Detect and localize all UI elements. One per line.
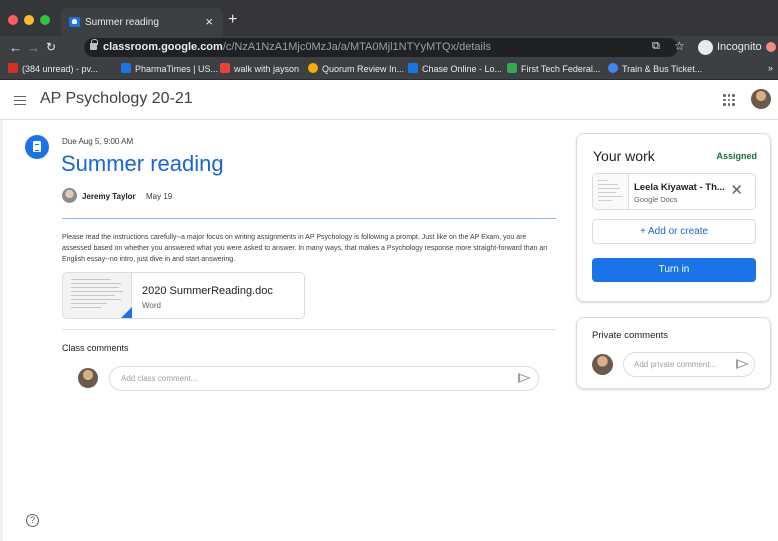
- google-apps-icon[interactable]: [723, 94, 735, 106]
- author-name: Jeremy Taylor: [82, 192, 136, 201]
- class-comments-label: Class comments: [62, 343, 129, 353]
- your-work-title: Your work: [593, 148, 655, 164]
- your-work-card: Your work Assigned Leela Kiyawat - Th...…: [576, 133, 771, 302]
- private-comments-card: Private comments: [576, 317, 771, 389]
- minimize-window-button[interactable]: [24, 15, 34, 25]
- author-avatar: [62, 188, 77, 203]
- address-bar[interactable]: classroom.google.com/c/NzA1NzA1Mjc0MzJa/…: [84, 38, 678, 57]
- remove-file-icon[interactable]: ✕: [730, 183, 743, 198]
- bookmark-favicon-icon: [408, 63, 418, 73]
- due-date: Due Aug 5, 9:00 AM: [62, 137, 134, 146]
- forward-arrow-icon[interactable]: →: [27, 40, 40, 55]
- translate-icon[interactable]: ⧉: [652, 40, 660, 53]
- send-comment-icon[interactable]: [518, 373, 531, 384]
- private-commenter-avatar: [592, 354, 613, 375]
- add-or-create-button[interactable]: + Add or create: [592, 219, 756, 244]
- app-header: AP Psychology 20-21: [0, 80, 778, 120]
- submitted-file[interactable]: Leela Kiyawat - Th... Google Docs ✕: [592, 173, 756, 210]
- attachment-thumbnail: [63, 273, 132, 318]
- private-comments-title: Private comments: [592, 330, 669, 341]
- posted-date: May 19: [146, 192, 173, 201]
- browser-toolbar: ← → ↻ classroom.google.com/c/NzA1NzA1Mjc…: [0, 36, 778, 59]
- new-tab-button[interactable]: +: [228, 11, 237, 29]
- page-edge-divider: [0, 120, 3, 541]
- file-thumbnail: [593, 174, 629, 209]
- bookmark-favicon-icon: [220, 63, 230, 73]
- bookmark-item[interactable]: Train & Bus Ticket...: [608, 63, 702, 74]
- bookmark-favicon-icon: [8, 63, 18, 73]
- class-comment-input[interactable]: [109, 366, 539, 391]
- incognito-icon: [698, 40, 713, 55]
- assignment-description: Please read the instructions carefully--…: [62, 234, 548, 263]
- bookmark-item[interactable]: Chase Online - Lo...: [408, 63, 502, 74]
- profile-icon[interactable]: [766, 42, 776, 52]
- bookmark-favicon-icon: [507, 63, 517, 73]
- bookmark-item[interactable]: Quorum Review In...: [308, 63, 404, 74]
- tab-title: Summer reading: [85, 17, 159, 28]
- classroom-favicon-icon: [69, 17, 80, 27]
- browser-tab[interactable]: Summer reading ×: [61, 8, 223, 36]
- status-badge: Assigned: [716, 151, 757, 161]
- bookmark-favicon-icon: [121, 63, 131, 73]
- file-type: Google Docs: [634, 195, 678, 204]
- turn-in-button[interactable]: Turn in: [592, 258, 756, 282]
- class-title[interactable]: AP Psychology 20-21: [40, 90, 193, 108]
- bookmark-favicon-icon: [308, 63, 318, 73]
- bookmark-favicon-icon: [608, 63, 618, 73]
- assignment-icon: [25, 135, 49, 159]
- back-arrow-icon[interactable]: ←: [9, 40, 22, 55]
- attachment-type: Word: [142, 301, 161, 310]
- reload-icon[interactable]: ↻: [46, 40, 56, 54]
- attachment-name: 2020 SummerReading.doc: [142, 285, 273, 297]
- lock-icon: [90, 39, 98, 50]
- send-private-comment-icon[interactable]: [736, 359, 749, 370]
- url-text: classroom.google.com/c/NzA1NzA1Mjc0MzJa/…: [103, 41, 491, 53]
- browser-chrome: Summer reading × + ← → ↻ classroom.googl…: [0, 0, 778, 80]
- bookmark-star-icon[interactable]: ☆: [674, 39, 685, 53]
- file-name: Leela Kiyawat - Th...: [634, 182, 725, 193]
- bookmarks-overflow-icon[interactable]: »: [768, 63, 773, 73]
- title-divider: [62, 218, 556, 219]
- bookmark-item[interactable]: PharmaTimes | US...: [121, 63, 218, 74]
- bookmark-item[interactable]: First Tech Federal...: [507, 63, 600, 74]
- account-avatar[interactable]: [751, 89, 771, 109]
- bookmark-item[interactable]: walk with jayson: [220, 63, 299, 74]
- close-window-button[interactable]: [8, 15, 18, 25]
- maximize-window-button[interactable]: [40, 15, 50, 25]
- comments-divider: [62, 329, 556, 330]
- bookmark-item[interactable]: (384 unread) - pv...: [8, 63, 98, 74]
- bookmarks-bar: (384 unread) - pv... PharmaTimes | US...…: [0, 59, 778, 80]
- commenter-avatar: [78, 368, 98, 388]
- attachment-card[interactable]: 2020 SummerReading.doc Word: [62, 272, 305, 319]
- tab-close-icon[interactable]: ×: [205, 14, 213, 29]
- help-icon[interactable]: ?: [26, 514, 39, 527]
- assignment-title: Summer reading: [61, 151, 224, 176]
- menu-icon[interactable]: [14, 96, 26, 105]
